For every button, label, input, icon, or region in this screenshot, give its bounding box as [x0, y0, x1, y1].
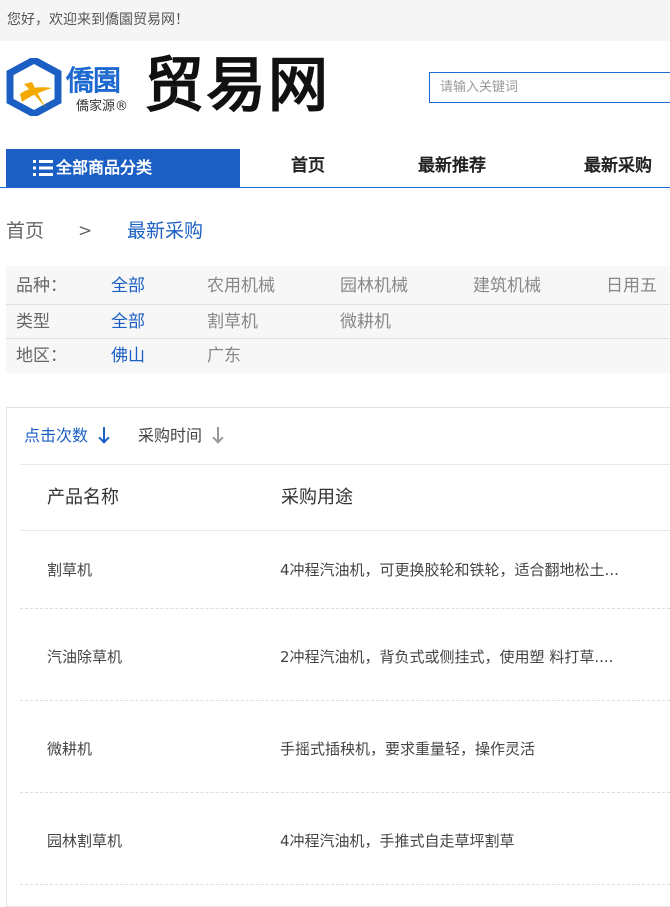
sort-by-time-label: 采购时间 — [138, 426, 203, 445]
filter-option[interactable]: 园林机械 — [340, 269, 408, 303]
filter-option[interactable]: 农用机械 — [207, 269, 275, 303]
column-header-purpose: 采购用途 — [281, 487, 353, 508]
nav-home[interactable]: 首页 — [291, 149, 325, 187]
filter-option[interactable]: 佛山 — [111, 339, 145, 373]
sort-bar: 点击次数 采购时间 — [20, 408, 670, 465]
all-categories-label: 全部商品分类 — [56, 158, 153, 177]
product-name[interactable]: 微耕机 — [47, 701, 92, 797]
arrow-down-icon — [98, 427, 110, 443]
table-header: 产品名称 采购用途 — [20, 465, 670, 531]
top-bar: 您好，欢迎来到僑園贸易网！ — [0, 0, 670, 41]
filter-row-type: 类型 全部 割草机 微耕机 — [6, 304, 670, 338]
nav-latest-recommend[interactable]: 最新推荐 — [418, 149, 486, 187]
filter-option[interactable]: 割草机 — [207, 305, 258, 339]
brand-logo-icon[interactable] — [6, 58, 62, 116]
sort-by-clicks-label: 点击次数 — [24, 426, 89, 445]
sort-by-clicks[interactable]: 点击次数 — [24, 408, 110, 464]
filter-option[interactable]: 全部 — [111, 269, 145, 303]
product-name[interactable]: 割草机 — [47, 531, 92, 609]
nav-latest-purchase[interactable]: 最新采购 — [584, 149, 652, 187]
breadcrumb-separator: > — [78, 221, 93, 241]
filter-row-region: 地区： 佛山 广东 — [6, 338, 670, 372]
breadcrumb-current[interactable]: 最新采购 — [127, 216, 203, 246]
table-row[interactable]: 割草机 4冲程汽油机，可更换胶轮和铁轮，适合翻地松土... — [20, 531, 670, 609]
filter-row-variety: 品种： 全部 农用机械 园林机械 建筑机械 日用五 — [6, 269, 670, 303]
filter-option[interactable]: 微耕机 — [340, 305, 391, 339]
main-nav: 全部商品分类 首页 最新推荐 最新采购 — [0, 149, 670, 188]
breadcrumb-home[interactable]: 首页 — [6, 220, 44, 242]
product-name[interactable]: 园林割草机 — [47, 793, 122, 889]
filter-panel: 品种： 全部 农用机械 园林机械 建筑机械 日用五 类型 全部 割草机 微耕机 … — [6, 266, 670, 373]
filter-option[interactable]: 日用五 — [606, 269, 657, 303]
all-categories-button[interactable]: 全部商品分类 — [6, 149, 240, 187]
sort-by-purchase-time[interactable]: 采购时间 — [138, 408, 224, 464]
table-row[interactable]: 汽油除草机 2冲程汽油机，背负式或侧挂式，使用塑 料打草.... — [20, 609, 670, 701]
filter-option[interactable]: 广东 — [207, 339, 241, 373]
site-title: 贸易网 — [144, 51, 330, 121]
product-name[interactable]: 汽油除草机 — [47, 609, 122, 705]
filter-label-region: 地区： — [16, 346, 67, 366]
welcome-text: 您好，欢迎来到僑園贸易网！ — [7, 12, 189, 28]
filter-option[interactable]: 全部 — [111, 305, 145, 339]
breadcrumb: 首页 > 最新采购 — [6, 216, 203, 246]
filter-label-type: 类型 — [16, 312, 50, 332]
purchase-purpose: 2冲程汽油机，背负式或侧挂式，使用塑 料打草.... — [280, 648, 614, 666]
table-row[interactable]: 园林割草机 4冲程汽油机，手推式自走草坪割草 — [20, 793, 670, 885]
brand-subtitle: 僑家源® — [76, 99, 129, 114]
purchase-purpose: 4冲程汽油机，可更换胶轮和铁轮，适合翻地松土... — [280, 561, 619, 579]
filter-label-variety: 品种： — [16, 276, 67, 296]
purchase-list-panel: 点击次数 采购时间 产品名称 采购用途 割草机 4冲程汽油机，可更换胶轮和铁轮，… — [6, 407, 670, 907]
arrow-down-icon — [212, 427, 224, 443]
purchase-purpose: 4冲程汽油机，手推式自走草坪割草 — [280, 832, 515, 850]
column-header-product: 产品名称 — [47, 487, 119, 508]
list-menu-icon — [33, 160, 53, 176]
filter-option[interactable]: 建筑机械 — [473, 269, 541, 303]
purchase-purpose: 手摇式插秧机，要求重量轻，操作灵活 — [280, 740, 536, 758]
brand-name: 僑園 — [66, 64, 121, 97]
search-input[interactable] — [429, 72, 670, 103]
table-row[interactable]: 微耕机 手摇式插秧机，要求重量轻，操作灵活 — [20, 701, 670, 793]
